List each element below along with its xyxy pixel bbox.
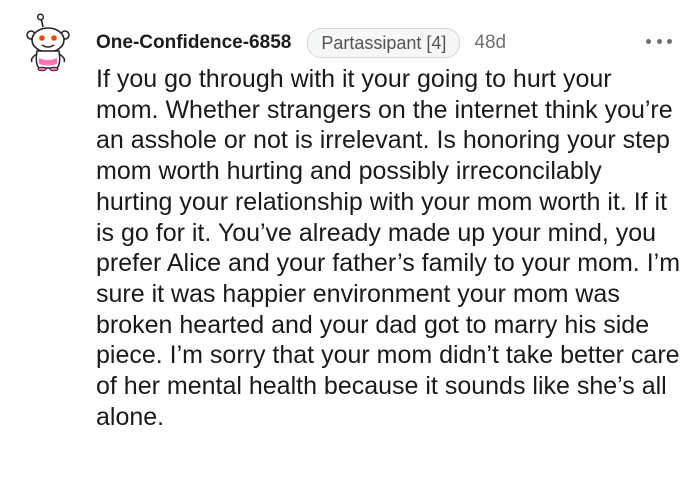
comment-header: One-Confidence-6858 Partassipant [4] 48d xyxy=(96,28,506,58)
comment-timestamp[interactable]: 48d xyxy=(474,32,506,54)
more-options-icon[interactable] xyxy=(646,32,672,50)
username-link[interactable]: One-Confidence-6858 xyxy=(96,32,291,54)
dot xyxy=(656,38,662,44)
comment: One-Confidence-6858 Partassipant [4] 48d… xyxy=(0,0,700,477)
snoo-avatar-icon[interactable] xyxy=(22,12,82,72)
user-flair: Partassipant [4] xyxy=(307,28,461,58)
dot xyxy=(646,38,651,44)
comment-text: If you go through with it your going to … xyxy=(96,65,681,431)
comment-body: If you go through with it your going to … xyxy=(96,64,681,432)
dot xyxy=(667,38,672,44)
